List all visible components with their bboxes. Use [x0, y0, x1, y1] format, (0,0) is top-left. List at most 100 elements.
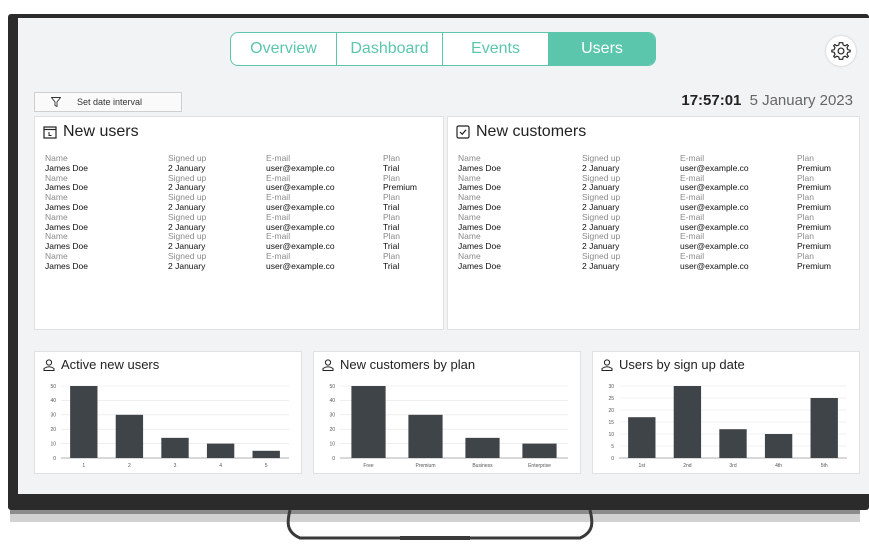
column-label: Plan [383, 250, 401, 261]
user-icon [601, 358, 613, 371]
y-tick-label: 25 [608, 396, 614, 402]
column-label: Signed up [168, 231, 207, 242]
set-date-interval-button[interactable]: Set date interval [34, 92, 182, 112]
table-header-row: Name Signed up E-mail Plan [45, 153, 433, 163]
column-label: E-mail [266, 211, 291, 222]
x-tick-label: Enterprise [528, 463, 551, 469]
table-header-row: Name Signed up E-mail Plan [45, 212, 433, 222]
x-tick-label: 3rd [729, 463, 736, 469]
tab-dashboard[interactable]: Dashboard [337, 33, 443, 65]
column-label: E-mail [680, 211, 705, 222]
column-label: Name [45, 211, 68, 222]
table-cell: James Doe [45, 162, 88, 173]
table-row[interactable]: James Doe 2 January user@example.co Trial [45, 261, 433, 271]
column-label: E-mail [266, 172, 291, 183]
table-cell: James Doe [458, 201, 501, 212]
table-row[interactable]: James Doe 2 January user@example.co Trial [45, 202, 433, 212]
table-cell: James Doe [458, 241, 501, 252]
y-tick-label: 50 [50, 384, 56, 390]
column-label: Name [45, 153, 68, 163]
column-label: Plan [383, 231, 401, 242]
user-icon [43, 358, 55, 371]
table-row[interactable]: James Doe 2 January user@example.co Trial [45, 222, 433, 232]
table-row[interactable]: James Doe 2 January user@example.co Premium [458, 163, 849, 173]
column-label: Plan [797, 192, 815, 203]
column-label: Name [458, 250, 481, 261]
nav-tabs: Overview Dashboard Events Users [230, 32, 656, 66]
table-cell: Trial [383, 221, 400, 232]
bar [719, 429, 747, 458]
y-tick-label: 50 [329, 384, 335, 390]
set-date-interval-label: Set date interval [77, 97, 143, 107]
y-tick-label: 40 [50, 398, 56, 404]
bar [465, 437, 500, 458]
table-cell: Premium [797, 221, 832, 232]
column-label: Plan [797, 211, 815, 222]
table-cell: 2 January [582, 162, 620, 173]
table-row[interactable]: James Doe 2 January user@example.co Premium [458, 182, 849, 192]
bar [161, 437, 189, 458]
column-label: Signed up [582, 250, 621, 261]
table-cell: Trial [383, 201, 400, 212]
table-row[interactable]: James Doe 2 January user@example.co Trial [45, 241, 433, 251]
y-tick-label: 40 [329, 398, 335, 404]
table-header-row: Name Signed up E-mail Plan [45, 231, 433, 241]
bar [206, 443, 235, 458]
table-row[interactable]: James Doe 2 January user@example.co Premium [458, 202, 849, 212]
y-tick-label: 20 [50, 427, 56, 433]
table-header-row: Name Signed up E-mail Plan [45, 173, 433, 183]
y-tick-label: 0 [611, 456, 614, 462]
column-label: E-mail [680, 153, 705, 163]
table-cell: Premium [797, 182, 832, 193]
bar [351, 386, 386, 458]
chart-title: Users by sign up date [601, 357, 745, 372]
tab-users[interactable]: Users [549, 33, 655, 65]
column-label: Signed up [168, 192, 207, 203]
table-row[interactable]: James Doe 2 January user@example.co Premium [45, 182, 433, 192]
tab-overview[interactable]: Overview [231, 33, 337, 65]
column-label: Plan [797, 231, 815, 242]
table-cell: Trial [383, 241, 400, 252]
column-label: E-mail [680, 192, 705, 203]
table-cell: 2 January [168, 241, 206, 252]
checkbox-icon [456, 125, 470, 139]
y-tick-label: 30 [50, 413, 56, 419]
column-label: Name [458, 211, 481, 222]
bar [115, 414, 144, 458]
table-row[interactable]: James Doe 2 January user@example.co Premium [458, 261, 849, 271]
table-row[interactable]: James Doe 2 January user@example.co Trial [45, 163, 433, 173]
table-cell: user@example.co [266, 260, 335, 271]
new-customers-title-text: New customers [476, 123, 587, 140]
x-tick-label: 3 [174, 463, 177, 469]
table-header-row: Name Signed up E-mail Plan [458, 153, 849, 163]
bar [764, 434, 793, 458]
column-label: Signed up [582, 231, 621, 242]
user-icon [322, 358, 334, 371]
column-label: E-mail [680, 231, 705, 242]
table-cell: Premium [383, 182, 418, 193]
x-tick-label: Free [363, 463, 374, 469]
column-label: Plan [797, 172, 815, 183]
table-cell: 2 January [168, 260, 206, 271]
table-cell: user@example.co [680, 221, 749, 232]
new-users-table: Name Signed up E-mail Plan James Doe 2 Januar… [45, 153, 433, 271]
table-header-row: Name Signed up E-mail Plan [45, 251, 433, 261]
users-by-sign-up-date-chart-panel: Users by sign up date 0 5 10 15 20 25 30 1st 2nd… [592, 351, 860, 474]
new-users-title: New users [43, 123, 139, 141]
tab-events[interactable]: Events [443, 33, 549, 65]
table-row[interactable]: James Doe 2 January user@example.co Premium [458, 241, 849, 251]
table-cell: 2 January [168, 201, 206, 212]
table-cell: user@example.co [680, 182, 749, 193]
column-label: Name [45, 192, 68, 203]
column-label: Signed up [168, 250, 207, 261]
column-label: Signed up [168, 153, 207, 163]
table-cell: user@example.co [266, 162, 335, 173]
clock-time: 17:57:01 [681, 92, 742, 109]
new-customers-title: New customers [456, 123, 586, 141]
table-row[interactable]: James Doe 2 January user@example.co Premium [458, 222, 849, 232]
settings-button[interactable] [826, 36, 856, 66]
bar [522, 443, 557, 458]
column-label: E-mail [680, 172, 705, 183]
chart-title-text: Users by sign up date [619, 357, 745, 372]
table-cell: James Doe [458, 182, 501, 193]
